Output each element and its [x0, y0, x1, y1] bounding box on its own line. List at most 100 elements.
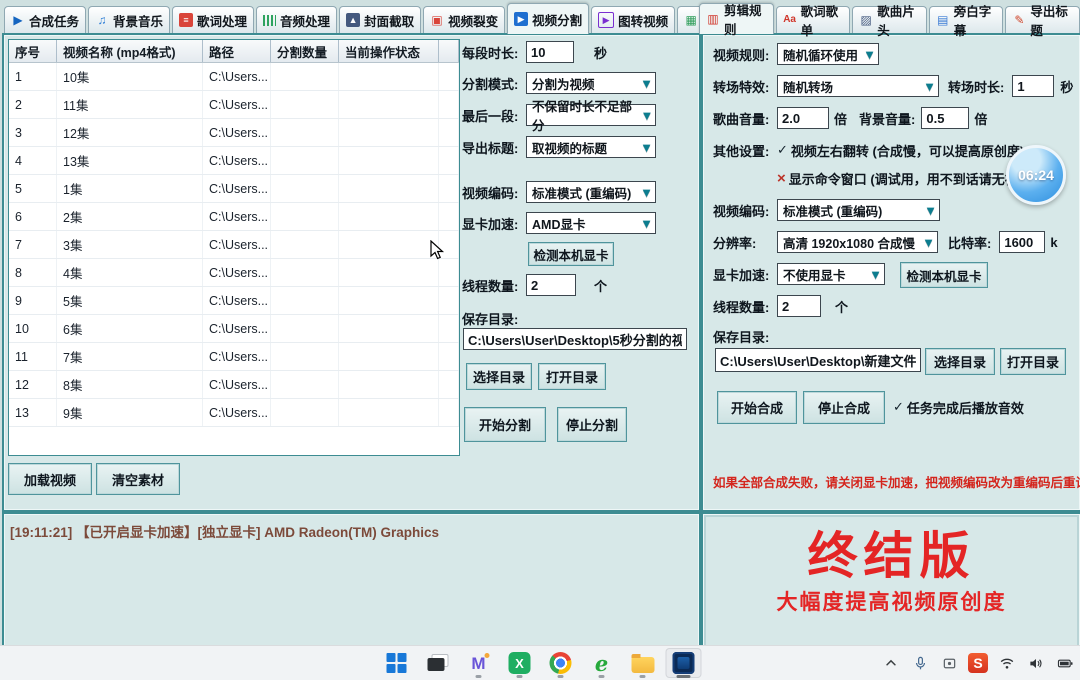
table-row[interactable]: 110集C:\Users... — [9, 63, 459, 91]
sound-on-finish-toggle[interactable]: ✓ 任务完成后播放音效 — [893, 398, 1024, 417]
table-row[interactable]: 106集C:\Users... — [9, 315, 459, 343]
table-row[interactable]: 139集C:\Users... — [9, 399, 459, 427]
video-encode-select[interactable]: 标准模式 (重编码) ▼ — [777, 199, 940, 221]
cell-no: 11 — [9, 343, 57, 370]
task-view-icon[interactable] — [420, 648, 456, 678]
cell-count — [271, 343, 339, 370]
stop-split-button[interactable]: 停止分割 — [557, 407, 627, 442]
cell-name: 5集 — [57, 287, 203, 314]
threads-input[interactable] — [526, 274, 576, 296]
split-mode-select[interactable]: 分割为视频 ▼ — [526, 72, 656, 94]
bg-volume-input[interactable] — [921, 107, 969, 129]
volume-icon[interactable] — [1025, 648, 1047, 678]
tab-compose-task[interactable]: ▶合成任务 — [4, 6, 86, 33]
cell-name: 6集 — [57, 315, 203, 342]
detect-gpu-button[interactable]: 检测本机显卡 — [900, 262, 988, 288]
tab-clip-rules[interactable]: ▥剪辑规则 — [699, 3, 774, 34]
last-segment-select[interactable]: 不保留时长不足部分 ▼ — [526, 104, 656, 126]
screen-device-icon[interactable] — [938, 648, 960, 678]
gpu-accel-select[interactable]: AMD显卡 ▼ — [526, 212, 656, 234]
clip-rules-icon: ▥ — [706, 12, 720, 26]
tab-export-title[interactable]: ✎导出标题 — [1005, 6, 1080, 33]
save-dir-input[interactable] — [715, 348, 921, 372]
show-cmd-toggle[interactable]: × 显示命令窗口 (调试用，用不到话请无视) — [777, 169, 1022, 188]
tab-video-split[interactable]: ▶视频分割 — [507, 3, 589, 34]
cell-count — [271, 315, 339, 342]
table-row[interactable]: 95集C:\Users... — [9, 287, 459, 315]
resolution-select[interactable]: 高清 1920x1080 合成慢 ▼ — [777, 231, 938, 253]
windows-start-icon[interactable] — [379, 648, 415, 678]
table-row[interactable]: 312集C:\Users... — [9, 119, 459, 147]
app-m-icon[interactable]: M — [461, 648, 497, 678]
threads-input[interactable] — [777, 295, 821, 317]
table-row[interactable]: 84集C:\Users... — [9, 259, 459, 287]
tab-lyrics-playlist[interactable]: Aa歌词歌单 — [776, 6, 851, 33]
app-x-icon[interactable]: X — [502, 648, 538, 678]
open-dir-button[interactable]: 打开目录 — [538, 363, 606, 390]
threads-unit: 个 — [594, 276, 607, 295]
table-row[interactable]: 117集C:\Users... — [9, 343, 459, 371]
video-encode-value: 标准模式 (重编码) — [783, 201, 882, 220]
cell-path: C:\Users... — [203, 231, 271, 258]
start-compose-button[interactable]: 开始合成 — [717, 391, 797, 424]
choose-dir-button[interactable]: 选择目录 — [925, 348, 995, 375]
cell-path: C:\Users... — [203, 91, 271, 118]
bg-volume-label: 背景音量: — [859, 109, 915, 128]
wifi-icon[interactable] — [996, 648, 1018, 678]
current-app-icon[interactable] — [666, 648, 702, 678]
split-mode-value: 分割为视频 — [532, 74, 595, 93]
table-row[interactable]: 51集C:\Users... — [9, 175, 459, 203]
browser-e-icon[interactable]: e — [584, 648, 620, 678]
gpu-accel-select[interactable]: 不使用显卡 ▼ — [777, 263, 885, 285]
tab-label: 歌曲片头 — [877, 1, 920, 39]
transition-duration-input[interactable] — [1012, 75, 1054, 97]
tab-cover-capture[interactable]: ▲封面截取 — [339, 6, 421, 33]
tab-background-music[interactable]: ♫背景音乐 — [88, 6, 170, 33]
save-dir-input[interactable] — [463, 328, 687, 350]
detect-gpu-button[interactable]: 检测本机显卡 — [528, 242, 614, 266]
microphone-icon[interactable] — [909, 648, 931, 678]
load-video-button[interactable]: 加载视频 — [8, 463, 92, 495]
cell-extra — [439, 287, 459, 314]
taskbar-tray: S — [880, 646, 1076, 680]
bitrate-input[interactable] — [999, 231, 1045, 253]
flip-video-toggle[interactable]: ✓ 视频左右翻转 (合成慢，可以提高原创度) — [777, 141, 1024, 160]
video-encode-select[interactable]: 标准模式 (重编码) ▼ — [526, 181, 656, 203]
tray-expand-icon[interactable] — [880, 648, 902, 678]
narration-subtitle-icon: ▤ — [936, 13, 950, 27]
tab-video-fission[interactable]: ▣视频裂变 — [423, 6, 505, 33]
table-row[interactable]: 62集C:\Users... — [9, 203, 459, 231]
segment-duration-input[interactable] — [526, 41, 574, 63]
video-rule-select[interactable]: 随机循环使用 ▼ — [777, 43, 879, 65]
cell-extra — [439, 147, 459, 174]
stop-compose-button[interactable]: 停止合成 — [803, 391, 885, 424]
sogou-input-icon[interactable]: S — [967, 648, 989, 678]
chrome-icon[interactable] — [543, 648, 579, 678]
tab-image-to-video[interactable]: ▶图转视频 — [591, 6, 675, 33]
clear-material-button[interactable]: 清空素材 — [96, 463, 180, 495]
transition-select[interactable]: 随机转场 ▼ — [777, 75, 939, 97]
export-title-select[interactable]: 取视频的标题 ▼ — [526, 136, 656, 158]
app-window: ▶合成任务♫背景音乐≡歌词处理音频处理▲封面截取▣视频裂变▶视频分割▶图转视频▦… — [0, 0, 1080, 680]
choose-dir-button[interactable]: 选择目录 — [466, 363, 532, 390]
table-row[interactable]: 413集C:\Users... — [9, 147, 459, 175]
cell-name: 11集 — [57, 91, 203, 118]
file-explorer-icon[interactable] — [625, 648, 661, 678]
cell-name: 2集 — [57, 203, 203, 230]
dropdown-arrow-icon: ▼ — [867, 267, 884, 282]
start-split-button[interactable]: 开始分割 — [464, 407, 546, 442]
tab-song-intro[interactable]: ▨歌曲片头 — [852, 6, 927, 33]
song-volume-input[interactable] — [777, 107, 829, 129]
cell-no: 7 — [9, 231, 57, 258]
transition-duration-unit: 秒 — [1060, 77, 1073, 96]
battery-icon[interactable] — [1054, 648, 1076, 678]
open-dir-button[interactable]: 打开目录 — [1000, 348, 1066, 375]
tab-narration-subtitle[interactable]: ▤旁白字幕 — [929, 6, 1004, 33]
table-row[interactable]: 128集C:\Users... — [9, 371, 459, 399]
tab-lyrics-processing[interactable]: ≡歌词处理 — [172, 6, 254, 33]
table-row[interactable]: 211集C:\Users... — [9, 91, 459, 119]
timer-badge[interactable]: 06:24 — [1006, 145, 1066, 205]
log-line: [19:11:21] 【已开启显卡加速】[独立显卡] AMD Radeon(TM… — [10, 521, 439, 541]
table-row[interactable]: 73集C:\Users... — [9, 231, 459, 259]
tab-audio-processing[interactable]: 音频处理 — [256, 6, 337, 33]
